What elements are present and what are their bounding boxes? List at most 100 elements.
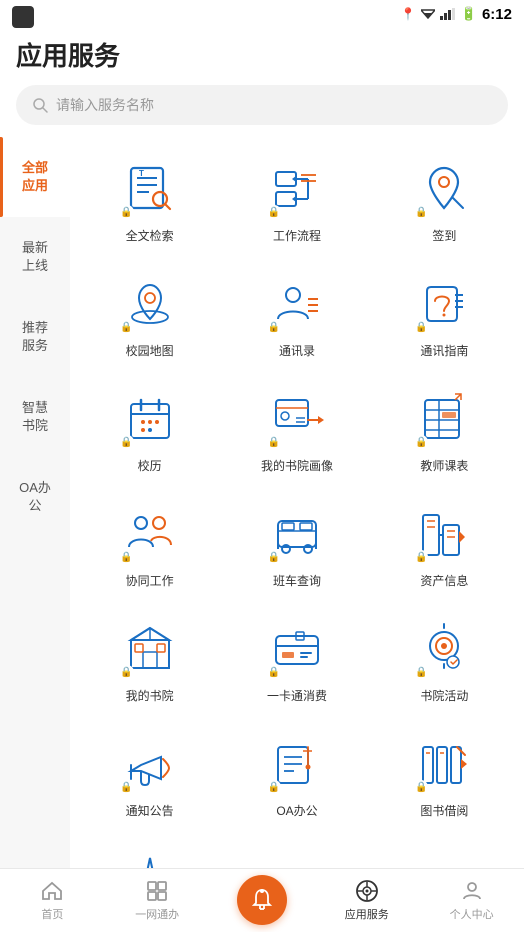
nav-home[interactable]: 首页	[0, 879, 105, 922]
bottom-nav: 首页 一网通办	[0, 868, 524, 932]
label-my-college: 我的书院	[126, 687, 174, 704]
search-icon	[32, 97, 48, 113]
icon-smart-bookstore: 🔒	[118, 847, 182, 869]
nav-profile-label: 个人中心	[450, 906, 494, 922]
sidebar-label-smart: 智慧 书院	[22, 399, 48, 435]
status-bar: 📍 🔋 6:12	[0, 0, 524, 28]
lock-icon-one-card: 🔒	[267, 665, 281, 679]
icon-full-text-search: T 🔒	[118, 157, 182, 221]
label-notice: 通知公告	[126, 802, 174, 819]
grid-item-workflow[interactable]: 🔒 工作流程	[225, 145, 368, 252]
lock-icon-teacher-schedule: 🔒	[414, 435, 428, 449]
icon-asset: 🔒	[412, 502, 476, 566]
grid-item-oa-office[interactable]: 🔒 OA办公	[225, 720, 368, 827]
grid-item-my-college[interactable]: 🔒 我的书院	[78, 605, 221, 712]
lock-icon-notice: 🔒	[120, 780, 134, 794]
grid-item-campus-map[interactable]: 🔒 校园地图	[78, 260, 221, 367]
grid-item-teacher-schedule[interactable]: 🔒 教师课表	[373, 375, 516, 482]
label-library: 图书借阅	[420, 802, 468, 819]
lock-icon-bus: 🔒	[267, 550, 281, 564]
label-contact-guide: 通讯指南	[420, 342, 468, 359]
nav-one-stop-label: 一网通办	[135, 906, 179, 922]
grid-item-full-text-search[interactable]: T 🔒 全文检索	[78, 145, 221, 252]
page-title: 应用服务	[16, 36, 508, 73]
lock-icon-library: 🔒	[414, 780, 428, 794]
sidebar-item-recommend[interactable]: 推荐 服务	[0, 297, 70, 377]
time-display: 6:12	[482, 6, 512, 23]
signal-icon	[440, 8, 456, 20]
icon-contacts: 🔒	[265, 272, 329, 336]
icon-calendar: 🔒	[118, 387, 182, 451]
lock-icon-workflow: 🔒	[267, 205, 281, 219]
svg-text:T: T	[139, 169, 144, 178]
sidebar-item-oa[interactable]: OA办 公	[0, 457, 70, 537]
label-checkin: 签到	[432, 227, 456, 244]
lock-icon-checkin: 🔒	[414, 205, 428, 219]
lock-icon-asset: 🔒	[414, 550, 428, 564]
nav-profile[interactable]: 个人中心	[419, 879, 524, 922]
nav-app-services[interactable]: 应用服务	[314, 879, 419, 922]
lock-icon-campus-map: 🔒	[120, 320, 134, 334]
bell-circle	[237, 875, 287, 925]
grid-item-activity[interactable]: 🔒 书院活动	[373, 605, 516, 712]
label-calendar: 校历	[138, 457, 162, 474]
grid-item-library[interactable]: 🔒 图书借阅	[373, 720, 516, 827]
nav-home-label: 首页	[41, 906, 63, 922]
label-bus: 班车查询	[273, 572, 321, 589]
lock-icon-portrait: 🔒	[267, 435, 281, 449]
icon-contact-guide: 🔒	[412, 272, 476, 336]
grid-item-bus[interactable]: 🔒 班车查询	[225, 490, 368, 597]
icon-teacher-schedule: 🔒	[412, 387, 476, 451]
icon-one-card: 🔒	[265, 617, 329, 681]
lock-icon-contacts: 🔒	[267, 320, 281, 334]
sidebar-label-all: 全部 应用	[22, 159, 48, 195]
page-header: 应用服务	[0, 28, 524, 85]
search-bar[interactable]: 请输入服务名称	[16, 85, 508, 125]
icon-collab: 🔒	[118, 502, 182, 566]
label-activity: 书院活动	[420, 687, 468, 704]
sidebar-item-new[interactable]: 最新 上线	[0, 217, 70, 297]
icon-checkin: 🔒	[412, 157, 476, 221]
label-collab: 协同工作	[126, 572, 174, 589]
profile-icon	[460, 879, 484, 903]
grid-item-smart-bookstore[interactable]: 🔒 知惠书屋	[78, 835, 221, 869]
grid-item-asset[interactable]: 🔒 资产信息	[373, 490, 516, 597]
grid-item-one-card[interactable]: 🔒 一卡通消费	[225, 605, 368, 712]
sidebar-item-all[interactable]: 全部 应用	[0, 137, 70, 217]
sidebar-item-smart[interactable]: 智慧 书院	[0, 377, 70, 457]
lock-icon-full-text: 🔒	[120, 205, 134, 219]
bell-icon	[249, 887, 275, 913]
home-icon	[40, 879, 64, 903]
lock-icon-my-college: 🔒	[120, 665, 134, 679]
label-contacts: 通讯录	[279, 342, 315, 359]
icon-my-college: 🔒	[118, 617, 182, 681]
wifi-icon	[421, 8, 435, 20]
grid-item-checkin[interactable]: 🔒 签到	[373, 145, 516, 252]
label-portrait: 我的书院画像	[261, 457, 333, 474]
nav-bell[interactable]	[210, 875, 315, 927]
grid-item-collab[interactable]: 🔒 协同工作	[78, 490, 221, 597]
icon-library: 🔒	[412, 732, 476, 796]
main-layout: 全部 应用 最新 上线 推荐 服务 智慧 书院 OA办 公	[0, 137, 524, 869]
sidebar-label-new: 最新 上线	[22, 239, 48, 275]
label-one-card: 一卡通消费	[267, 687, 327, 704]
label-oa-office: OA办公	[276, 802, 317, 819]
icon-bus: 🔒	[265, 502, 329, 566]
nav-one-stop[interactable]: 一网通办	[105, 879, 210, 922]
icon-notice: 🔒	[118, 732, 182, 796]
battery-icon: 🔋	[461, 6, 477, 22]
status-icons: 📍 🔋 6:12	[401, 6, 512, 23]
sidebar-label-recommend: 推荐 服务	[22, 319, 48, 355]
label-full-text-search: 全文检索	[126, 227, 174, 244]
grid-item-contacts[interactable]: 🔒 通讯录	[225, 260, 368, 367]
sidebar-label-oa: OA办 公	[19, 479, 51, 515]
grid-item-portrait[interactable]: 🔒 我的书院画像	[225, 375, 368, 482]
label-asset: 资产信息	[420, 572, 468, 589]
label-campus-map: 校园地图	[126, 342, 174, 359]
icon-campus-map: 🔒	[118, 272, 182, 336]
search-placeholder: 请输入服务名称	[56, 95, 154, 115]
grid-item-notice[interactable]: 🔒 通知公告	[78, 720, 221, 827]
grid-item-calendar[interactable]: 🔒 校历	[78, 375, 221, 482]
icon-portrait: 🔒	[265, 387, 329, 451]
grid-item-contact-guide[interactable]: 🔒 通讯指南	[373, 260, 516, 367]
